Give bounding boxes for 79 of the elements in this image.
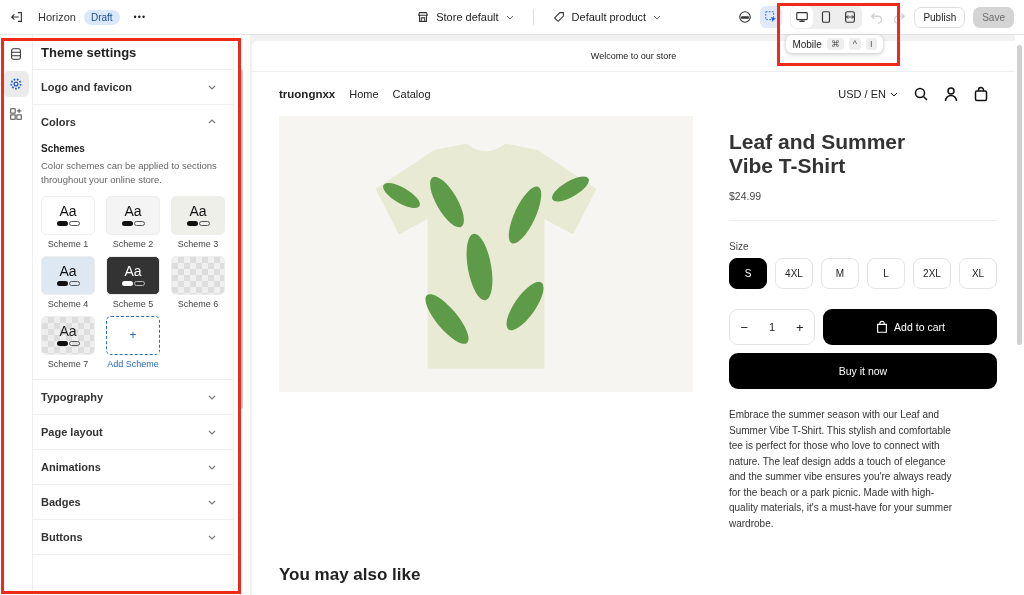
section-header[interactable]: Animations (33, 449, 233, 484)
section-header[interactable]: Badges (33, 484, 233, 519)
nav-link[interactable]: Catalog (392, 88, 431, 100)
subsection-title: Schemes (41, 143, 86, 154)
color-pills-icon (121, 281, 145, 287)
size-option[interactable]: L (867, 258, 905, 290)
exit-icon[interactable] (10, 10, 24, 24)
scheme-name: Scheme 7 (47, 358, 89, 369)
bag-icon[interactable] (973, 86, 989, 102)
color-pills-icon (56, 341, 80, 347)
scheme-swatch[interactable] (171, 255, 225, 295)
tooltip-label: Mobile (792, 38, 822, 50)
publish-button[interactable]: Publish (914, 6, 966, 28)
size-option[interactable]: 2XL (913, 258, 951, 290)
full-width-icon (843, 10, 858, 24)
color-pills-icon (56, 221, 80, 227)
description-text: Color schemes can be applied to sections throughout your online store. (41, 159, 218, 187)
scheme-swatch[interactable]: Aa (106, 195, 160, 235)
glasses-icon[interactable] (738, 10, 753, 24)
more-button[interactable]: ••• (133, 12, 147, 22)
buy-now-button[interactable]: Buy it now (729, 353, 997, 390)
shortcut-key: ^ (848, 38, 862, 50)
store-dropdown[interactable]: Store default (416, 10, 515, 24)
nav-link[interactable]: Home (349, 88, 379, 100)
section-header[interactable]: Typography (33, 379, 233, 414)
color-pills-icon (121, 221, 145, 227)
quantity-value: 1 (768, 321, 776, 334)
scheme-name: Scheme 5 (112, 298, 154, 309)
product-price: $24.99 (729, 190, 763, 203)
settings-tab[interactable] (3, 71, 29, 97)
settings-icon (9, 77, 23, 91)
apps-icon (9, 107, 23, 121)
currency-selector[interactable]: USD / EN (838, 88, 899, 100)
product-title: Leaf and Summer Vibe T-Shirt (729, 130, 907, 179)
scheme-name: Scheme 4 (47, 298, 89, 309)
size-option[interactable]: 4XL (775, 258, 813, 290)
search-icon[interactable] (913, 86, 929, 102)
add-scheme-link[interactable]: Add Scheme (107, 358, 159, 369)
size-option[interactable]: M (821, 258, 859, 290)
product-dropdown[interactable]: Default product (551, 10, 663, 24)
section-header[interactable]: Colors (33, 105, 233, 139)
section-heading: You may also like (279, 565, 422, 586)
scheme-swatch[interactable]: Aa (171, 195, 225, 235)
theme-name: Horizon (38, 11, 76, 23)
increase-button[interactable]: + (795, 319, 804, 335)
product-description: Embrace the summer season with our Leaf and Summer Vibe T-Shirt. This stylish and comfortable tee is perfect for those who love to connect with nature. The leaf design adds a touch of elegance and the summer vibe ensures you're always ready for the beach or a park picnic. Made with high-quality materials, it's a must-have for your summer wardrobe. (729, 408, 954, 531)
store-icon (416, 10, 431, 24)
section-header[interactable]: Page layout (33, 414, 233, 449)
add-to-cart-button[interactable]: Add to cart (823, 309, 997, 346)
tag-icon (551, 10, 566, 24)
scheme-name: Scheme 1 (47, 238, 89, 249)
bag-icon (875, 320, 890, 335)
redo-icon[interactable] (892, 10, 907, 24)
sections-icon (9, 47, 23, 61)
scheme-swatch[interactable]: Aa (41, 255, 95, 295)
status-badge: Draft (83, 9, 120, 25)
select-tool-button[interactable] (760, 6, 783, 28)
desktop-icon (795, 10, 810, 24)
scheme-swatch[interactable]: Aa (106, 255, 160, 295)
color-pills-icon (186, 221, 210, 227)
size-option[interactable]: XL (959, 258, 997, 290)
scheme-swatch[interactable]: Aa (41, 195, 95, 235)
scheme-name: Scheme 6 (177, 298, 219, 309)
select-cursor-icon (764, 10, 779, 24)
add-scheme-button[interactable]: + (106, 315, 160, 355)
section-header[interactable]: Buttons (33, 519, 233, 554)
desktop-view-button[interactable] (791, 6, 814, 28)
scheme-name: Scheme 2 (112, 238, 154, 249)
shortcut-key: ⌘ (826, 38, 844, 50)
shortcut-key: I (866, 38, 877, 50)
scheme-name: Scheme 3 (177, 238, 219, 249)
store-logo[interactable]: truongnxx (279, 88, 336, 100)
account-icon[interactable] (943, 86, 959, 102)
decrease-button[interactable]: − (740, 319, 749, 335)
size-option[interactable]: S (729, 258, 767, 290)
size-label: Size (729, 241, 750, 253)
section-header[interactable]: Logo and favicon (33, 70, 233, 104)
scheme-swatch[interactable]: Aa (41, 315, 95, 355)
color-pills-icon (56, 281, 80, 287)
